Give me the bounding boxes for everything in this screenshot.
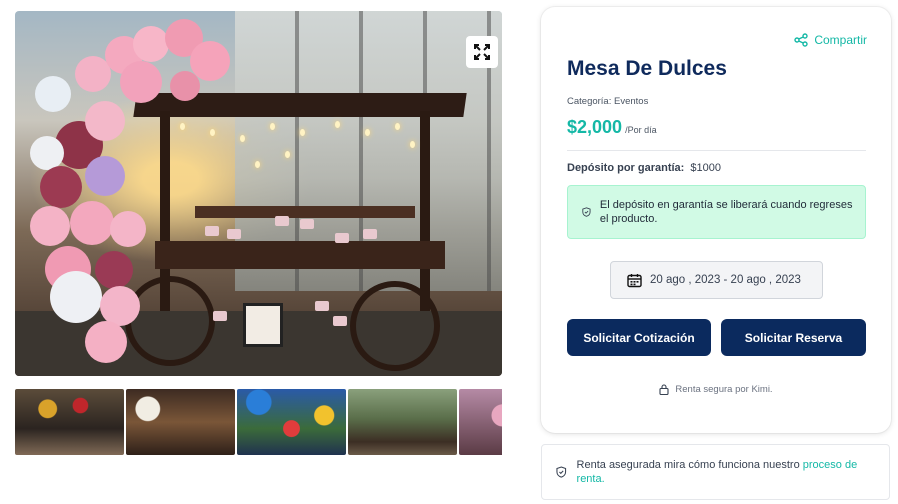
thumbnail-4[interactable] [348, 389, 457, 455]
photo-balloon [120, 61, 162, 103]
rental-process-notice: Renta asegurada mira cómo funciona nuest… [541, 444, 890, 500]
photo-light-bulb [365, 129, 370, 136]
shield-check-icon [556, 466, 567, 478]
product-category: Categoría: Eventos [567, 96, 649, 107]
divider [567, 150, 866, 151]
photo-light-bulb [410, 141, 415, 148]
photo-balloon [30, 136, 64, 170]
photo-cart-wheel [350, 281, 440, 371]
photo-balloon [85, 321, 127, 363]
photo-light-bulb [300, 129, 305, 136]
thumbnail-3[interactable] [237, 389, 346, 455]
photo-cart-shelf [195, 206, 415, 218]
thumbnail-strip[interactable] [15, 389, 502, 455]
product-card: Compartir Mesa De Dulces Categoría: Even… [541, 7, 891, 433]
photo-light-bulb [285, 151, 290, 158]
photo-sweet [335, 233, 349, 243]
photo-balloon [170, 71, 200, 101]
deposit-label: Depósito por garantía: [567, 162, 685, 174]
photo-light-bulb [255, 161, 260, 168]
date-range-picker[interactable]: 20 ago , 2023 - 20 ago , 2023 [610, 261, 823, 299]
photo-cart-table [155, 241, 445, 269]
photo-balloon [40, 166, 82, 208]
share-icon [794, 33, 809, 47]
rental-process-prefix: Renta asegurada mira cómo funciona nuest… [576, 459, 803, 471]
share-link[interactable]: Compartir [794, 33, 867, 47]
photo-sweet [300, 219, 314, 229]
share-label: Compartir [814, 33, 867, 47]
date-range-text: 20 ago , 2023 - 20 ago , 2023 [650, 274, 801, 286]
photo-sweet [227, 229, 241, 239]
price-row: $2,000 /Por día [567, 117, 657, 138]
photo-sweet [333, 316, 347, 326]
deposit-row: Depósito por garantía: $1000 [567, 162, 721, 174]
photo-balloon [35, 76, 71, 112]
photo-balloon [133, 26, 169, 62]
photo-balloon [85, 156, 125, 196]
photo-balloon [85, 101, 125, 141]
photo-sweet [275, 216, 289, 226]
deposit-notice-text: El depósito en garantía se liberará cuan… [599, 199, 853, 225]
photo-balloon [70, 201, 114, 245]
calendar-icon [627, 273, 642, 287]
thumbnail-5[interactable] [459, 389, 502, 455]
thumbnail-2[interactable] [126, 389, 235, 455]
photo-balloon [100, 286, 140, 326]
photo-light-bulb [210, 129, 215, 136]
photo-balloon [110, 211, 146, 247]
price-unit: /Por día [625, 125, 657, 135]
photo-sweet [205, 226, 219, 236]
photo-balloon [30, 206, 70, 246]
photo-light-bulb [180, 123, 185, 130]
request-reservation-button[interactable]: Solicitar Reserva [721, 319, 866, 356]
expand-image-button[interactable] [466, 36, 498, 68]
photo-balloon [50, 271, 102, 323]
main-product-image[interactable] [15, 11, 502, 376]
secure-rental-text: Renta segura por Kimi. [675, 384, 773, 395]
secure-rental-note: Renta segura por Kimi. [541, 384, 891, 395]
product-title: Mesa De Dulces [567, 57, 727, 80]
lock-icon [659, 384, 669, 395]
photo-light-bulb [395, 123, 400, 130]
request-quote-button[interactable]: Solicitar Cotización [567, 319, 711, 356]
photo-balloon [95, 251, 133, 289]
product-price: $2,000 [567, 117, 623, 137]
thumbnail-1[interactable] [15, 389, 124, 455]
photo-light-bulb [240, 135, 245, 142]
shield-check-icon [582, 207, 591, 217]
photo-butterfly-frame [243, 303, 283, 347]
photo-sweet [363, 229, 377, 239]
photo-sweet [315, 301, 329, 311]
deposit-notice: El depósito en garantía se liberará cuan… [567, 185, 866, 239]
photo-light-bulb [270, 123, 275, 130]
photo-sweet [213, 311, 227, 321]
rental-process-text: Renta asegurada mira cómo funciona nuest… [577, 458, 875, 486]
photo-cart-post [420, 111, 430, 311]
photo-light-bulb [335, 121, 340, 128]
expand-icon [474, 44, 490, 60]
photo-cart-wheel [125, 276, 215, 366]
deposit-value: $1000 [690, 162, 721, 174]
